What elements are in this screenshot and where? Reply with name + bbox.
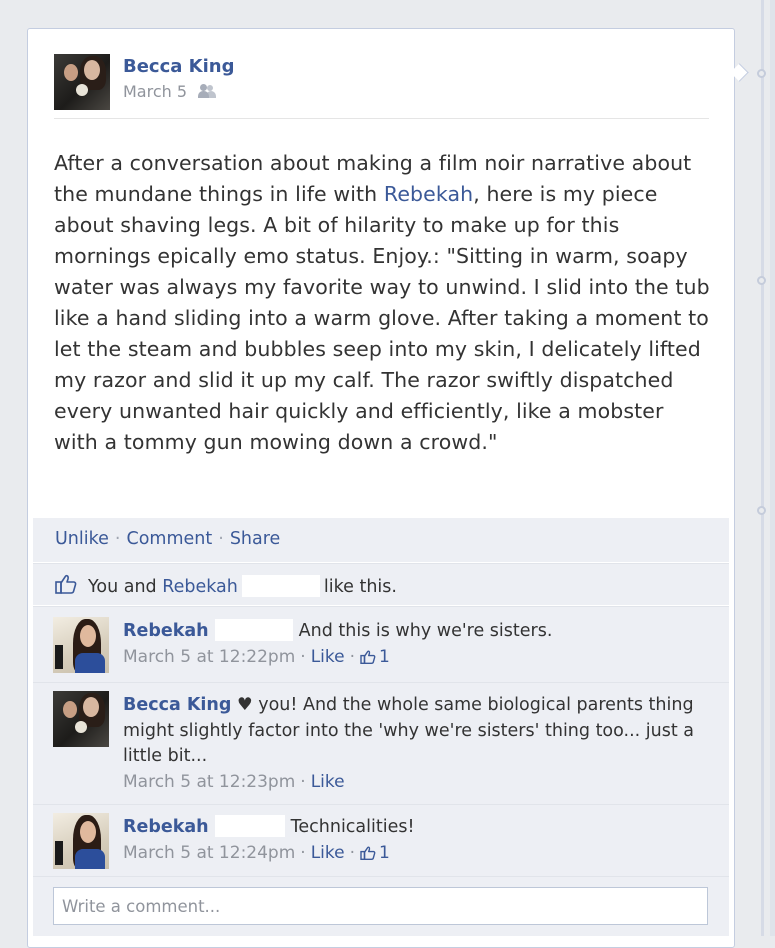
commenter-name-link[interactable]: Rebekah: [123, 621, 209, 641]
mention-link[interactable]: Rebekah: [384, 182, 473, 206]
scrollbar-track[interactable]: [770, 0, 775, 936]
comment-like-link[interactable]: Like: [311, 647, 345, 667]
redacted-surname: [214, 619, 293, 641]
comment-like-count[interactable]: 1: [360, 843, 390, 863]
separator: ·: [300, 771, 306, 792]
share-link[interactable]: Share: [230, 529, 281, 549]
comment-item: Becca King ♥ you! And the whole same bio…: [33, 682, 729, 804]
comment-input[interactable]: [54, 888, 707, 924]
comment-meta: March 5 at 12:23pm · Like: [123, 770, 713, 796]
like-count: 1: [379, 842, 390, 863]
thumbs-up-icon: [360, 649, 376, 664]
thumbs-up-icon: [55, 574, 77, 594]
redacted-surname: [241, 575, 320, 597]
separator: ·: [349, 646, 355, 667]
post-text-part: , here is my piece about shaving legs. A…: [54, 182, 710, 454]
comment-text: And this is why we're sisters.: [298, 621, 553, 641]
friends-icon[interactable]: [198, 84, 217, 98]
post-timestamp: March 5: [123, 82, 217, 101]
commenter-avatar[interactable]: [53, 617, 109, 673]
commenter-name-link[interactable]: Rebekah: [123, 817, 209, 837]
like-count: 1: [379, 646, 390, 667]
commenter-avatar[interactable]: [53, 813, 109, 869]
likes-summary: You and Rebekah like this.: [33, 563, 729, 605]
comment-item: Rebekah Technicalities! March 5 at 12:24p…: [33, 804, 729, 876]
redacted-surname: [214, 815, 285, 837]
comment-like-link[interactable]: Like: [311, 772, 345, 792]
author-avatar[interactable]: [54, 54, 110, 110]
author-name-link[interactable]: Becca King: [123, 56, 235, 77]
separator: ·: [114, 529, 121, 549]
comment-like-link[interactable]: Like: [311, 843, 345, 863]
timeline-dot: [757, 276, 766, 285]
separator: ·: [300, 646, 306, 667]
separator: ·: [218, 529, 224, 549]
header-divider: [54, 118, 709, 119]
comment-box: [53, 887, 708, 925]
comment-timestamp[interactable]: March 5 at 12:23pm: [123, 772, 295, 792]
comment-meta: March 5 at 12:22pm · Like · 1: [123, 645, 713, 671]
commenter-name-link[interactable]: Becca King: [123, 695, 231, 715]
comment-timestamp[interactable]: March 5 at 12:24pm: [123, 843, 295, 863]
comment-like-count[interactable]: 1: [360, 647, 390, 667]
unlike-link[interactable]: Unlike: [55, 529, 109, 549]
comment-timestamp[interactable]: March 5 at 12:22pm: [123, 647, 295, 667]
separator: ·: [300, 842, 306, 863]
commenter-avatar[interactable]: [53, 691, 109, 747]
separator: ·: [349, 842, 355, 863]
comment-text: Technicalities!: [290, 817, 415, 837]
likes-prefix: You and: [88, 577, 163, 597]
likes-suffix: like this.: [323, 577, 397, 597]
post-date-link[interactable]: March 5: [123, 82, 187, 101]
timeline-line: [761, 0, 764, 936]
comment-meta: March 5 at 12:24pm · Like · 1: [123, 841, 713, 867]
action-bar: Unlike · Comment · Share: [33, 518, 729, 562]
comment-item: Rebekah And this is why we're sisters. Ma…: [33, 606, 729, 682]
comment-link[interactable]: Comment: [126, 529, 212, 549]
liker-link[interactable]: Rebekah: [162, 577, 238, 597]
timeline-dot: [757, 506, 766, 515]
thumbs-up-icon: [360, 845, 376, 860]
timeline-dot: [757, 69, 766, 78]
post-text: After a conversation about making a film…: [54, 148, 714, 458]
